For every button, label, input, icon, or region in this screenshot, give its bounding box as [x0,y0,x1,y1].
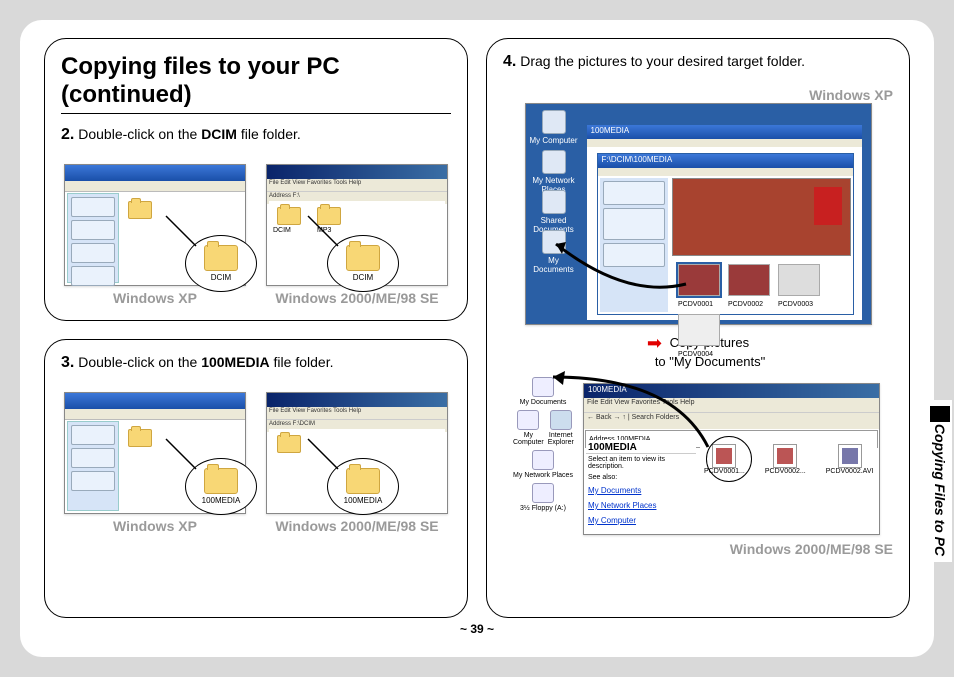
screenshot-col-9x: File Edit View Favorites Tools Help Addr… [263,164,451,306]
folder-icon [346,468,380,494]
folder-icon [204,468,238,494]
step2: 2. Double-click on the DCIM file folder. [61,126,451,144]
thumbnail[interactable] [728,264,770,296]
file-item[interactable]: PCDV0002... [765,444,806,528]
step-text: Double-click on the [78,126,201,142]
caption: Windows 2000/ME/98 SE [275,518,438,534]
desktop-icon: My Network Places [530,150,578,194]
folder-icon [204,245,238,271]
screenshot-col-xp: 100MEDIA Windows XP [61,392,249,603]
folder-icon [277,435,301,453]
file-item[interactable]: PCDV0002.AVI [826,444,874,528]
thumbnail[interactable] [678,314,720,346]
menu-bar: File Edit View Favorites Tools Help [267,179,447,191]
thumbnail[interactable] [778,264,820,296]
step-bold: 100MEDIA [201,354,269,370]
window-toolbar [65,409,245,420]
callout-pointer [308,216,344,252]
step3: 3. Double-click on the 100MEDIA file fol… [61,354,451,372]
callout-label: DCIM [353,273,373,282]
callout-dcim: DCIM [185,235,257,292]
window-titlebar [267,393,447,407]
thumbnail-strip: PCDV0001 PCDV0002 PCDV0003 PCDV0004 [672,258,851,312]
card-step3: 3. Double-click on the 100MEDIA file fol… [44,339,468,618]
link[interactable]: My Computer [588,516,636,525]
screenshot-col-xp: DCIM Windows XP [61,164,249,306]
page: Copying files to your PC (continued) 2. … [20,20,934,657]
screenshot-9x-dcim: File Edit View Favorites Tools Help Addr… [266,164,448,286]
caption: Windows XP [113,290,197,306]
link[interactable]: My Network Places [588,501,656,510]
step-bold: DCIM [201,126,237,142]
right-column: 4. Drag the pictures to your desired tar… [486,38,910,618]
screenshot-9x-drag: My Documents My Computer Internet Explor… [513,377,883,537]
preview-image [672,178,851,256]
page-number: ~ 39 ~ [44,622,910,636]
step-number: 2. [61,126,74,143]
folder-icon [277,207,301,225]
video-file-icon [838,444,862,468]
callout-pointer [166,216,202,252]
red-arrow-icon: ➡ [647,333,662,354]
step-number: 3. [61,354,74,371]
columns: Copying files to your PC (continued) 2. … [44,38,910,618]
step-text: Drag the pictures to your desired target… [520,53,805,69]
floppy-icon [532,483,554,503]
screenshot-9x-100media: File Edit View Favorites Tools Help Addr… [266,392,448,514]
card-step4: 4. Drag the pictures to your desired tar… [486,38,910,618]
desktop-icon: My Computer [530,110,578,145]
callout-label: 100MEDIA [202,496,241,505]
screenshot-col-9x: File Edit View Favorites Tools Help Addr… [263,392,451,603]
window-titlebar [65,165,245,181]
screenshot-row: 100MEDIA Windows XP File Edit View Favor… [61,392,451,603]
callout-100media: 100MEDIA [185,458,257,515]
step-text-after: file folder. [270,354,334,370]
callout-pointer [308,439,344,475]
drag-arrow-icon [523,357,723,477]
xp-sidepanel [67,421,119,511]
page-title: Copying files to your PC (continued) [61,53,451,114]
caption: Windows 2000/ME/98 SE [503,541,893,557]
image-file-icon [773,444,797,468]
folder-icon [346,245,380,271]
window-toolbar [65,181,245,192]
left-column: Copying files to your PC (continued) 2. … [44,38,468,618]
window-titlebar [65,393,245,409]
callout-100media: 100MEDIA [327,458,399,515]
window-titlebar [267,165,447,179]
callout-pointer [166,439,202,475]
folder-icon [128,429,152,447]
window-titlebar: F:\DCIM\100MEDIA [598,154,853,168]
card-step2: Copying files to your PC (continued) 2. … [44,38,468,321]
screenshot-row: DCIM Windows XP File Edit View Favorites… [61,164,451,306]
caption: Windows XP [503,87,893,103]
callout-label: 100MEDIA [344,496,383,505]
screenshot-xp-dcim: DCIM [64,164,246,286]
step4: 4. Drag the pictures to your desired tar… [503,53,893,71]
folder-icon [128,201,152,219]
step-number: 4. [503,53,516,70]
step-text-after: file folder. [237,126,301,142]
callout-dcim: DCIM [327,235,399,292]
screenshot-xp-100media: 100MEDIA [64,392,246,514]
callout-label: DCIM [211,273,231,282]
screenshot-xp-drag: My Computer My Network Places Shared Doc… [525,103,872,325]
step-text: Double-click on the [78,354,201,370]
folder-label: DCIM [273,227,291,234]
xp-sidepanel [67,193,119,283]
caption: Windows XP [113,518,197,534]
link[interactable]: My Documents [588,486,641,495]
side-tab: Copying Files to PC [928,400,952,562]
caption: Windows 2000/ME/98 SE [275,290,438,306]
menu-bar: File Edit View Favorites Tools Help [267,407,447,419]
desktop-icon: 3½ Floppy (A:) [513,483,573,512]
window-titlebar: 100MEDIA [587,125,862,139]
drag-arrow-icon [546,224,696,304]
